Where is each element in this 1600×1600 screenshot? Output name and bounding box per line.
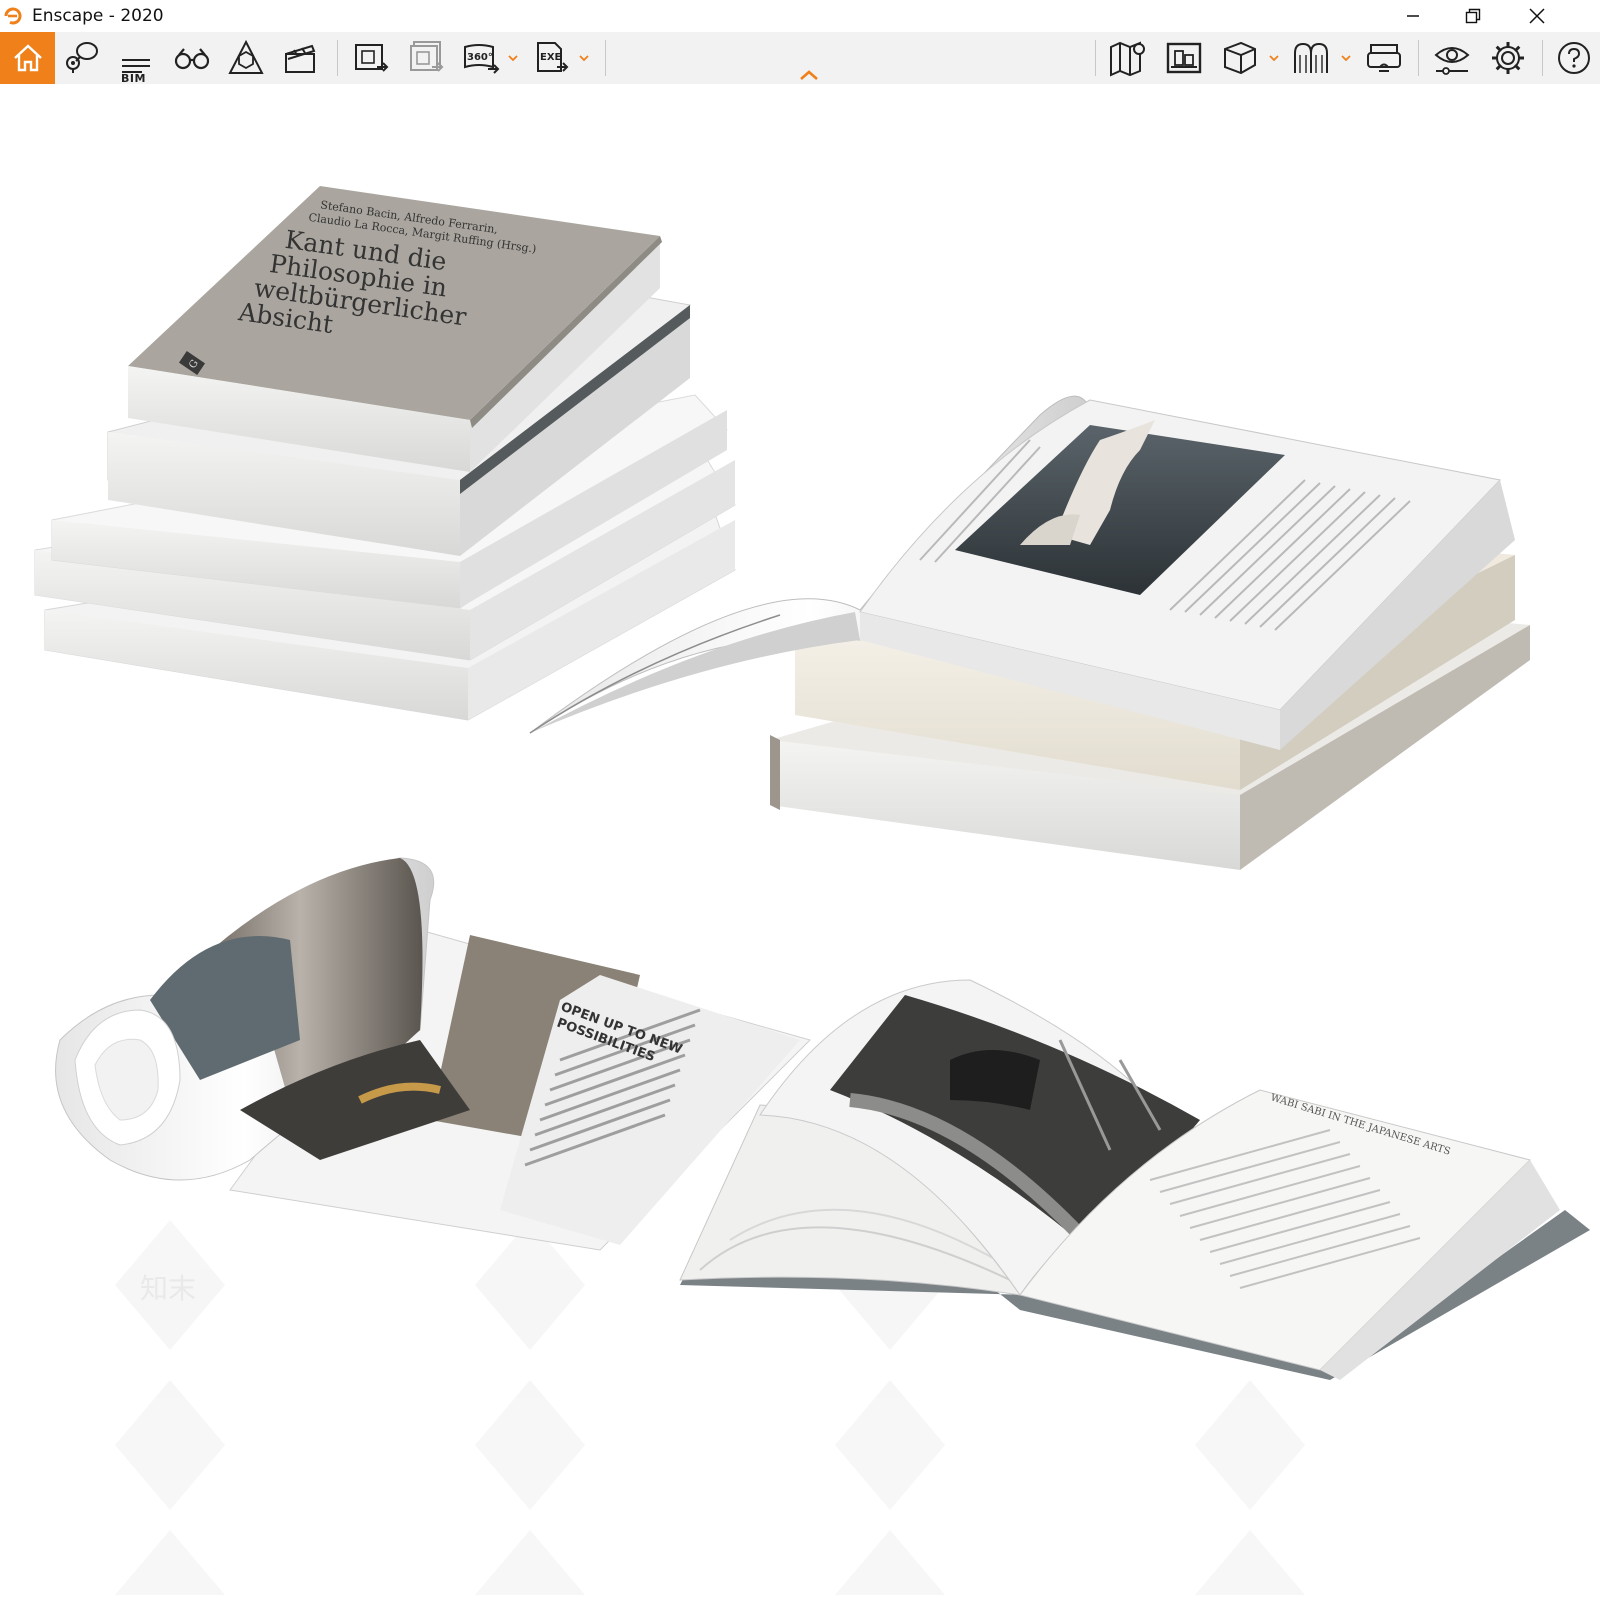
render-screenshot-button[interactable] (350, 32, 394, 84)
render-viewport[interactable]: 知末 Stefano Bacin, Alfredo Ferrarin, Clau… (0, 84, 1600, 1600)
enscape-logo-icon (4, 7, 22, 25)
exe-badge: EXE (540, 52, 562, 63)
binoculars-icon (174, 48, 210, 70)
minimize-icon (1407, 15, 1419, 17)
magazine-open: OPEN UP TO NEW POSSIBILITIES (55, 857, 811, 1251)
window-title: Enscape - 2020 (32, 6, 164, 26)
map-icon (1110, 41, 1145, 77)
vr-headset-button[interactable] (1362, 32, 1406, 84)
asset-box-button[interactable] (1218, 32, 1262, 84)
chevron-down-icon[interactable] (507, 52, 519, 64)
close-button[interactable] (1510, 0, 1564, 32)
chevron-down-icon[interactable] (578, 52, 590, 64)
help-button[interactable] (1552, 32, 1596, 84)
chevron-down-icon[interactable] (1340, 52, 1352, 64)
visual-settings-button[interactable] (1430, 32, 1474, 84)
asset-library-button[interactable] (1162, 32, 1206, 84)
location-pin-icon (66, 42, 98, 73)
close-icon (1529, 8, 1545, 24)
box-icon (1224, 41, 1256, 75)
bim-icon (122, 59, 150, 73)
vr-headset-icon (1367, 44, 1401, 72)
video-editor-button[interactable] (278, 32, 322, 84)
restore-button[interactable] (1446, 0, 1500, 32)
arches-icon (1294, 42, 1328, 73)
home-icon (13, 44, 42, 72)
clapper-icon (285, 44, 316, 73)
restore-icon (1465, 8, 1481, 24)
chevron-down-icon[interactable] (1268, 52, 1280, 64)
collapse-chevron-icon[interactable] (798, 68, 820, 82)
gear-icon (1492, 42, 1524, 74)
view-cube-icon (228, 39, 264, 74)
panorama-360-badge: 360° (467, 52, 493, 63)
help-icon (1558, 42, 1590, 74)
minimize-button[interactable] (1386, 0, 1440, 32)
hardcover-open: WABI SABI IN THE JAPANESE ARTS (679, 979, 1590, 1380)
eye-settings-icon (1434, 47, 1470, 75)
asset-library-icon (1166, 42, 1202, 74)
view-management-button[interactable] (224, 32, 268, 84)
walk-mode-button[interactable] (170, 32, 214, 84)
render-screenshot-icon (355, 44, 389, 72)
scene-canvas: 知末 Stefano Bacin, Alfredo Ferrarin, Clau… (34, 186, 1590, 1595)
home-button[interactable] (0, 32, 55, 84)
map-button[interactable] (1106, 32, 1150, 84)
views-button[interactable] (60, 32, 104, 84)
atmosphere-button[interactable] (1290, 32, 1334, 84)
title-bar: Enscape - 2020 (0, 0, 1600, 32)
batch-render-button[interactable] (405, 32, 449, 84)
enscape-toolbar: BIM 360° EXE (0, 32, 1600, 85)
general-settings-button[interactable] (1486, 32, 1530, 84)
batch-render-icon (410, 41, 444, 72)
watermark-text: 知末 (140, 1272, 196, 1305)
